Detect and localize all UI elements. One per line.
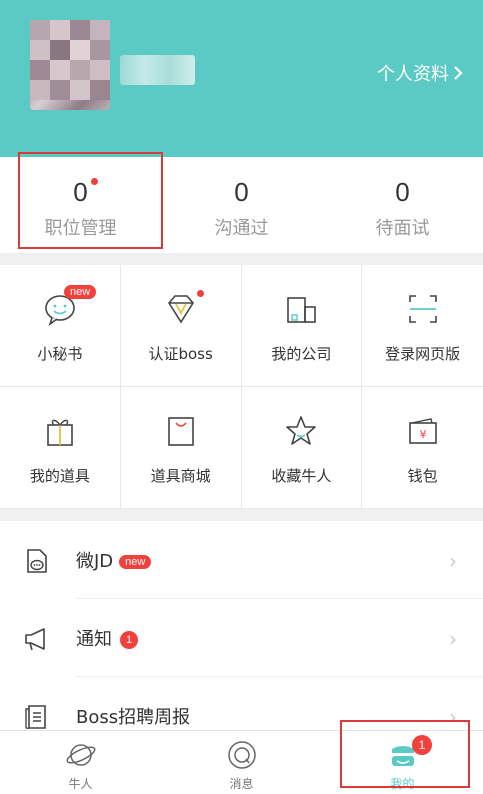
tool-assistant[interactable]: new 小秘书 <box>0 265 121 387</box>
stat-value: 0 <box>234 177 249 207</box>
tools-grid: new 小秘书 认证boss 我的公司 登录网页版 我的道具 道具商城 收藏牛人… <box>0 265 483 509</box>
tool-label: 道具商城 <box>150 467 211 485</box>
list-item-title-row: Boss招聘周报 <box>76 703 190 729</box>
list-item-title: Boss招聘周报 <box>76 707 191 728</box>
tool-my-company[interactable]: 我的公司 <box>241 265 363 387</box>
user-name-blurred <box>120 55 195 85</box>
tab-label: 牛人 <box>68 777 93 791</box>
tool-label: 我的公司 <box>271 345 332 363</box>
chevron-right-icon <box>454 66 463 80</box>
count-badge: 1 <box>120 631 138 649</box>
stat-label: 沟通过 <box>214 218 269 239</box>
tool-label: 小秘书 <box>37 345 83 363</box>
annotation-highlight-box <box>18 152 163 249</box>
divider <box>0 253 483 265</box>
list-item-notifications[interactable]: 通知 1 › <box>0 599 483 677</box>
diamond-icon <box>167 295 194 324</box>
list-item-title: 微JD <box>76 551 114 572</box>
report-icon <box>25 705 46 730</box>
tool-wallet[interactable]: ¥ 钱包 <box>362 387 483 509</box>
gift-icon <box>47 419 73 446</box>
message-icon <box>227 741 256 769</box>
scan-icon <box>408 295 437 323</box>
chevron-right-icon: › <box>449 627 457 651</box>
planet-icon <box>65 744 96 766</box>
tool-saved-talent[interactable]: 收藏牛人 <box>241 387 363 509</box>
divider <box>0 509 483 521</box>
tool-prop-store[interactable]: 道具商城 <box>120 387 242 509</box>
new-badge: new <box>119 555 152 569</box>
tab-messages[interactable]: 消息 <box>161 731 322 794</box>
new-badge: new <box>64 285 97 299</box>
svg-text:¥: ¥ <box>419 428 426 441</box>
chevron-right-icon: › <box>449 549 457 573</box>
profile-link-label: 个人资料 <box>377 64 449 85</box>
company-icon <box>287 297 317 323</box>
profile-link[interactable]: 个人资料 <box>377 60 463 86</box>
tool-label: 钱包 <box>407 467 438 485</box>
tool-verify-boss[interactable]: 认证boss <box>120 265 242 387</box>
profile-header: 个人资料 <box>0 0 483 157</box>
tool-label: 认证boss <box>148 345 213 363</box>
tool-label: 我的道具 <box>29 467 90 485</box>
notification-dot <box>196 290 204 297</box>
list-item-wei-jd[interactable]: 微JD new › <box>0 521 483 599</box>
shopping-bag-icon <box>167 417 194 446</box>
star-icon <box>286 416 317 445</box>
list-item-title-row: 微JD new <box>76 547 152 573</box>
annotation-highlight-box <box>340 720 470 788</box>
stat-contacted[interactable]: 0 沟通过 <box>161 157 322 253</box>
tab-label: 消息 <box>229 777 254 791</box>
megaphone-icon <box>25 628 45 651</box>
tool-web-login[interactable]: 登录网页版 <box>362 265 483 387</box>
jd-icon <box>27 549 47 573</box>
wallet-icon: ¥ <box>408 418 437 444</box>
list-item-title-row: 通知 1 <box>76 625 138 651</box>
tab-talent[interactable]: 牛人 <box>0 731 161 794</box>
stat-interviews[interactable]: 0 待面试 <box>322 157 483 253</box>
stat-value: 0 <box>395 177 410 207</box>
tool-my-props[interactable]: 我的道具 <box>0 387 121 509</box>
tool-label: 收藏牛人 <box>271 467 332 485</box>
tool-label: 登录网页版 <box>385 345 461 363</box>
stat-label: 待面试 <box>375 218 430 239</box>
avatar[interactable] <box>30 20 110 110</box>
list-item-title: 通知 <box>76 629 112 650</box>
